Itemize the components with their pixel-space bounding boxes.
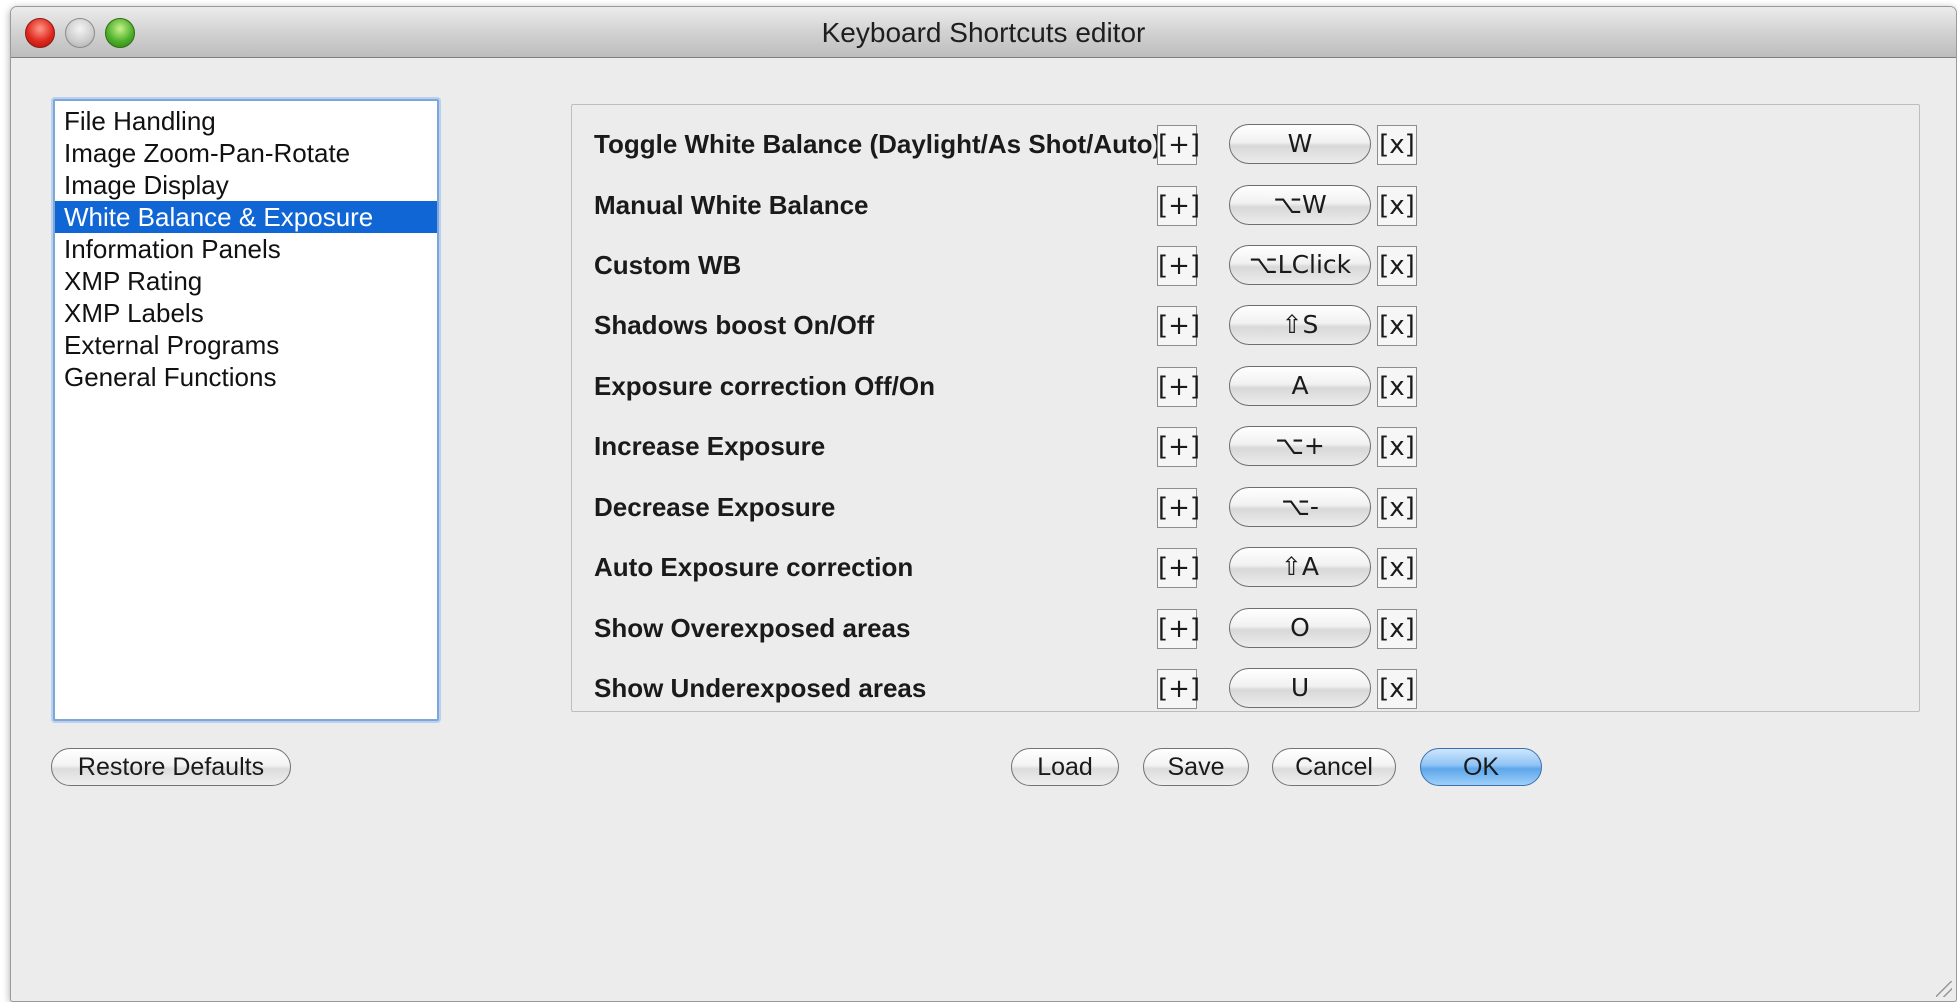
remove-shortcut-button[interactable]: [x]	[1377, 246, 1417, 286]
shortcut-label: Increase Exposure	[594, 431, 826, 461]
shortcut-row: Decrease Exposure [+] ⌥- [x]	[572, 478, 1919, 538]
add-shortcut-button[interactable]: [+]	[1157, 488, 1200, 528]
shortcut-panel: Toggle White Balance (Daylight/As Shot/A…	[571, 104, 1920, 712]
shortcut-key-button[interactable]: ⇧A	[1229, 547, 1371, 587]
category-item-file-handling[interactable]: File Handling	[55, 105, 437, 137]
category-item-white-balance-exposure[interactable]: White Balance & Exposure	[55, 201, 437, 233]
shortcut-key-button[interactable]: W	[1229, 124, 1371, 164]
shortcut-row: Toggle White Balance (Daylight/As Shot/A…	[572, 115, 1919, 175]
add-shortcut-button[interactable]: [+]	[1157, 306, 1200, 346]
category-list[interactable]: File Handling Image Zoom-Pan-Rotate Imag…	[53, 99, 439, 721]
add-shortcut-button[interactable]: [+]	[1157, 427, 1200, 467]
remove-shortcut-button[interactable]: [x]	[1377, 125, 1417, 165]
add-shortcut-button[interactable]: [+]	[1157, 669, 1200, 709]
shortcut-key-button[interactable]: O	[1229, 608, 1371, 648]
add-shortcut-button[interactable]: [+]	[1157, 367, 1200, 407]
shortcut-label: Show Underexposed areas	[594, 673, 927, 703]
category-item-xmp-labels[interactable]: XMP Labels	[55, 297, 437, 329]
shortcut-row: Manual White Balance [+] ⌥W [x]	[572, 176, 1919, 236]
category-item-external-programs[interactable]: External Programs	[55, 329, 437, 361]
remove-shortcut-button[interactable]: [x]	[1377, 488, 1417, 528]
add-shortcut-button[interactable]: [+]	[1157, 125, 1200, 165]
shortcut-label: Manual White Balance	[594, 190, 869, 220]
resize-grip[interactable]	[1936, 981, 1952, 997]
remove-shortcut-button[interactable]: [x]	[1377, 609, 1417, 649]
shortcut-label: Shadows boost On/Off	[594, 310, 875, 340]
add-shortcut-button[interactable]: [+]	[1157, 186, 1200, 226]
keyboard-shortcuts-window: Keyboard Shortcuts editor File Handling …	[10, 6, 1957, 1002]
shortcut-row: Auto Exposure correction [+] ⇧A [x]	[572, 538, 1919, 598]
shortcut-key-button[interactable]: ⌥-	[1229, 487, 1371, 527]
add-shortcut-button[interactable]: [+]	[1157, 609, 1200, 649]
category-item-image-display[interactable]: Image Display	[55, 169, 437, 201]
shortcut-label: Decrease Exposure	[594, 492, 836, 522]
category-item-xmp-rating[interactable]: XMP Rating	[55, 265, 437, 297]
shortcut-label: Auto Exposure correction	[594, 552, 914, 582]
shortcut-label: Custom WB	[594, 250, 742, 280]
title-bar[interactable]: Keyboard Shortcuts editor	[11, 7, 1956, 58]
shortcut-key-button[interactable]: ⌥LClick	[1229, 245, 1371, 285]
shortcut-label: Show Overexposed areas	[594, 613, 911, 643]
shortcut-row: Custom WB [+] ⌥LClick [x]	[572, 236, 1919, 296]
shortcut-key-button[interactable]: ⌥+	[1229, 426, 1371, 466]
remove-shortcut-button[interactable]: [x]	[1377, 669, 1417, 709]
shortcut-key-button[interactable]: U	[1229, 668, 1371, 708]
load-button[interactable]: Load	[1011, 748, 1119, 786]
shortcut-row: Exposure correction Off/On [+] A [x]	[572, 357, 1919, 417]
remove-shortcut-button[interactable]: [x]	[1377, 367, 1417, 407]
window-title: Keyboard Shortcuts editor	[821, 17, 1146, 48]
shortcut-label: Exposure correction Off/On	[594, 371, 935, 401]
shortcut-key-button[interactable]: ⌥W	[1229, 185, 1371, 225]
category-item-general-functions[interactable]: General Functions	[55, 361, 437, 393]
restore-defaults-button[interactable]: Restore Defaults	[51, 748, 291, 786]
add-shortcut-button[interactable]: [+]	[1157, 246, 1200, 286]
save-button[interactable]: Save	[1143, 748, 1249, 786]
shortcut-key-button[interactable]: A	[1229, 366, 1371, 406]
shortcut-row: Show Underexposed areas [+] U [x]	[572, 659, 1919, 719]
shortcut-row: Shadows boost On/Off [+] ⇧S [x]	[572, 296, 1919, 356]
shortcut-row: Increase Exposure [+] ⌥+ [x]	[572, 417, 1919, 477]
shortcut-label: Toggle White Balance (Daylight/As Shot/A…	[594, 129, 1162, 159]
shortcut-row: Show Overexposed areas [+] O [x]	[572, 599, 1919, 659]
remove-shortcut-button[interactable]: [x]	[1377, 306, 1417, 346]
remove-shortcut-button[interactable]: [x]	[1377, 186, 1417, 226]
remove-shortcut-button[interactable]: [x]	[1377, 427, 1417, 467]
cancel-button[interactable]: Cancel	[1272, 748, 1396, 786]
ok-button[interactable]: OK	[1420, 748, 1542, 786]
shortcut-key-button[interactable]: ⇧S	[1229, 305, 1371, 345]
category-item-information-panels[interactable]: Information Panels	[55, 233, 437, 265]
remove-shortcut-button[interactable]: [x]	[1377, 548, 1417, 588]
category-item-image-zoom-pan-rotate[interactable]: Image Zoom-Pan-Rotate	[55, 137, 437, 169]
add-shortcut-button[interactable]: [+]	[1157, 548, 1200, 588]
